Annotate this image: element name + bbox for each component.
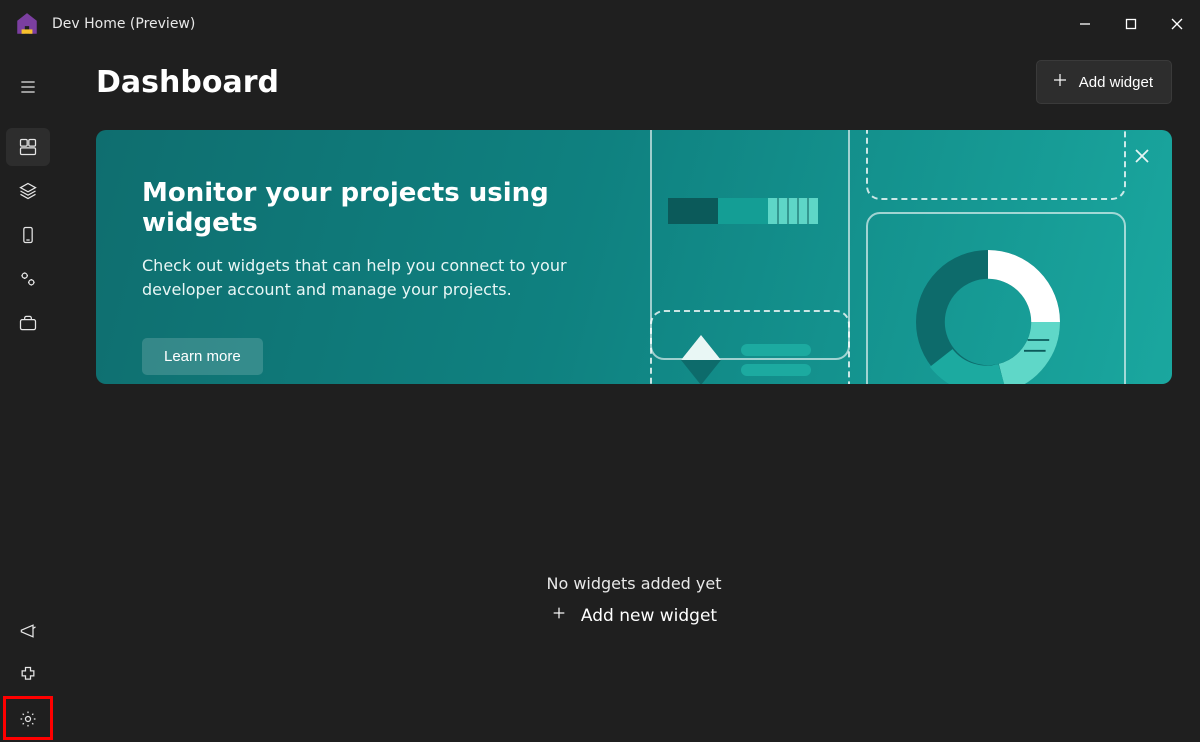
banner-subtitle: Check out widgets that can help you conn… (142, 254, 622, 302)
plus-icon (551, 605, 567, 626)
add-new-widget-link[interactable]: Add new widget (551, 605, 717, 626)
sidebar-item-feedback[interactable] (6, 612, 50, 650)
hamburger-menu-icon[interactable] (6, 68, 50, 106)
window-title: Dev Home (Preview) (52, 16, 195, 32)
close-button[interactable] (1154, 4, 1200, 44)
sidebar-item-services[interactable] (6, 260, 50, 298)
banner-close-button[interactable] (1128, 142, 1156, 170)
empty-state: No widgets added yet Add new widget (96, 574, 1172, 626)
intro-banner: Monitor your projects using widgets Chec… (96, 130, 1172, 384)
page-title: Dashboard (96, 65, 279, 100)
add-widget-label: Add widget (1079, 74, 1153, 91)
sidebar-item-dashboard[interactable] (6, 128, 50, 166)
minimize-button[interactable] (1062, 4, 1108, 44)
sidebar-item-extensions[interactable] (6, 656, 50, 694)
app-icon (14, 11, 40, 37)
add-new-widget-label: Add new widget (581, 606, 717, 626)
sidebar-item-toolbox[interactable] (6, 304, 50, 342)
sidebar-item-settings[interactable] (6, 700, 50, 738)
sidebar-item-stacks[interactable] (6, 172, 50, 210)
sidebar (0, 48, 56, 742)
learn-more-button[interactable]: Learn more (142, 338, 263, 375)
add-widget-button[interactable]: Add widget (1036, 60, 1172, 104)
banner-title: Monitor your projects using widgets (142, 178, 636, 238)
empty-state-message: No widgets added yet (546, 574, 721, 593)
plus-icon (1051, 71, 1069, 93)
title-bar: Dev Home (Preview) (0, 0, 1200, 48)
main-content: Dashboard Add widget Monitor your projec… (56, 48, 1200, 742)
banner-illustration (636, 130, 1172, 384)
sidebar-item-device[interactable] (6, 216, 50, 254)
maximize-button[interactable] (1108, 4, 1154, 44)
